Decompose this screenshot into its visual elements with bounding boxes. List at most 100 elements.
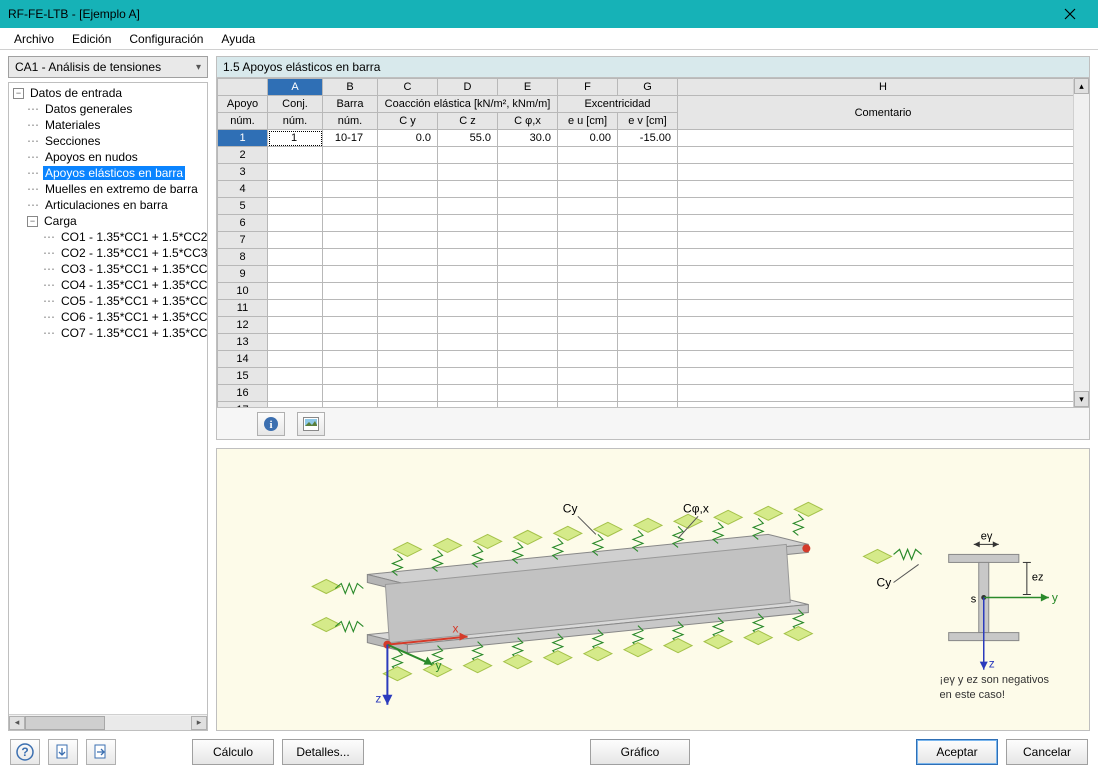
cell[interactable] xyxy=(378,300,438,317)
cell[interactable] xyxy=(323,334,378,351)
cell[interactable] xyxy=(323,402,378,409)
table-row[interactable]: 11 xyxy=(218,300,1089,317)
cell[interactable] xyxy=(678,198,1089,215)
cell[interactable] xyxy=(268,300,323,317)
cell[interactable] xyxy=(268,283,323,300)
cell[interactable] xyxy=(323,300,378,317)
tree-co5[interactable]: CO5 - 1.35*CC1 + 1.35*CC2 + xyxy=(59,294,207,308)
tree-secciones[interactable]: Secciones xyxy=(43,134,102,148)
cell[interactable] xyxy=(498,232,558,249)
menu-ayuda[interactable]: Ayuda xyxy=(213,30,263,48)
cell[interactable] xyxy=(678,317,1089,334)
cell[interactable] xyxy=(378,402,438,409)
cell[interactable] xyxy=(378,317,438,334)
cell[interactable] xyxy=(498,283,558,300)
col-letter-d[interactable]: D xyxy=(438,79,498,96)
cell[interactable] xyxy=(378,147,438,164)
cell[interactable] xyxy=(558,385,618,402)
col-letter-h[interactable]: H xyxy=(678,79,1089,96)
tree-root[interactable]: Datos de entrada xyxy=(28,86,124,100)
tree-materiales[interactable]: Materiales xyxy=(43,118,102,132)
cell[interactable] xyxy=(438,283,498,300)
cell[interactable] xyxy=(678,232,1089,249)
picture-button[interactable] xyxy=(297,412,325,436)
col-letter-f[interactable]: F xyxy=(558,79,618,96)
cell[interactable] xyxy=(618,164,678,181)
table-row[interactable]: 1110-170.055.030.00.00-15.00 xyxy=(218,130,1089,147)
cell[interactable] xyxy=(323,351,378,368)
tree-co3[interactable]: CO3 - 1.35*CC1 + 1.35*CC3 + xyxy=(59,262,207,276)
cell[interactable] xyxy=(378,266,438,283)
cell[interactable] xyxy=(438,317,498,334)
cell[interactable] xyxy=(323,198,378,215)
accept-button[interactable]: Aceptar xyxy=(916,739,998,765)
cell[interactable] xyxy=(438,351,498,368)
cell[interactable] xyxy=(618,249,678,266)
cell[interactable] xyxy=(558,198,618,215)
cell[interactable] xyxy=(438,215,498,232)
cancel-button[interactable]: Cancelar xyxy=(1006,739,1088,765)
cell[interactable] xyxy=(678,215,1089,232)
cell[interactable] xyxy=(678,368,1089,385)
cell[interactable] xyxy=(678,300,1089,317)
cell[interactable] xyxy=(268,402,323,409)
cell[interactable] xyxy=(618,317,678,334)
cell[interactable]: 10-17 xyxy=(323,130,378,147)
cell[interactable] xyxy=(678,283,1089,300)
cell[interactable] xyxy=(498,147,558,164)
cell[interactable]: 2 xyxy=(218,147,268,164)
table-row[interactable]: 4 xyxy=(218,181,1089,198)
table-row[interactable]: 5 xyxy=(218,198,1089,215)
cell[interactable] xyxy=(558,334,618,351)
cell[interactable] xyxy=(323,147,378,164)
data-grid[interactable]: A B C D E F G H Apoyo Conj. Barra xyxy=(216,78,1090,408)
cell[interactable] xyxy=(618,402,678,409)
cell[interactable] xyxy=(268,249,323,266)
cell[interactable]: 1 xyxy=(268,130,323,147)
cell[interactable] xyxy=(378,164,438,181)
collapse-icon[interactable]: − xyxy=(27,216,38,227)
cell[interactable] xyxy=(618,181,678,198)
close-button[interactable] xyxy=(1050,0,1090,28)
cell[interactable]: 8 xyxy=(218,249,268,266)
cell[interactable] xyxy=(558,232,618,249)
table-row[interactable]: 6 xyxy=(218,215,1089,232)
table-row[interactable]: 2 xyxy=(218,147,1089,164)
cell[interactable] xyxy=(323,317,378,334)
scroll-left-icon[interactable]: ◂ xyxy=(9,716,25,730)
cell[interactable] xyxy=(678,266,1089,283)
cell[interactable]: 6 xyxy=(218,215,268,232)
cell[interactable]: 0.00 xyxy=(558,130,618,147)
cell[interactable] xyxy=(498,266,558,283)
cell[interactable] xyxy=(323,181,378,198)
tree-co4[interactable]: CO4 - 1.35*CC1 + 1.35*CC2 + xyxy=(59,278,207,292)
scroll-up-icon[interactable]: ▴ xyxy=(1074,78,1089,94)
cell[interactable]: 55.0 xyxy=(438,130,498,147)
cell[interactable] xyxy=(268,198,323,215)
cell[interactable] xyxy=(323,368,378,385)
cell[interactable]: 15 xyxy=(218,368,268,385)
grid-vscrollbar[interactable]: ▴ ▾ xyxy=(1073,78,1089,407)
cell[interactable]: 0.0 xyxy=(378,130,438,147)
cell[interactable] xyxy=(378,232,438,249)
scroll-down-icon[interactable]: ▾ xyxy=(1074,391,1089,407)
menu-archivo[interactable]: Archivo xyxy=(6,30,62,48)
cell[interactable] xyxy=(323,164,378,181)
cell[interactable] xyxy=(438,198,498,215)
cell[interactable] xyxy=(268,351,323,368)
cell[interactable] xyxy=(438,266,498,283)
cell[interactable]: 17 xyxy=(218,402,268,409)
cell[interactable] xyxy=(378,385,438,402)
scroll-thumb[interactable] xyxy=(25,716,105,730)
col-letter-e[interactable]: E xyxy=(498,79,558,96)
cell[interactable] xyxy=(678,402,1089,409)
load-case-combo[interactable]: CA1 - Análisis de tensiones ▾ xyxy=(8,56,208,78)
cell[interactable] xyxy=(678,147,1089,164)
cell[interactable] xyxy=(498,181,558,198)
cell[interactable] xyxy=(498,402,558,409)
cell[interactable] xyxy=(268,317,323,334)
cell[interactable] xyxy=(378,181,438,198)
table-row[interactable]: 15 xyxy=(218,368,1089,385)
menu-configuracion[interactable]: Configuración xyxy=(121,30,211,48)
cell[interactable] xyxy=(618,385,678,402)
